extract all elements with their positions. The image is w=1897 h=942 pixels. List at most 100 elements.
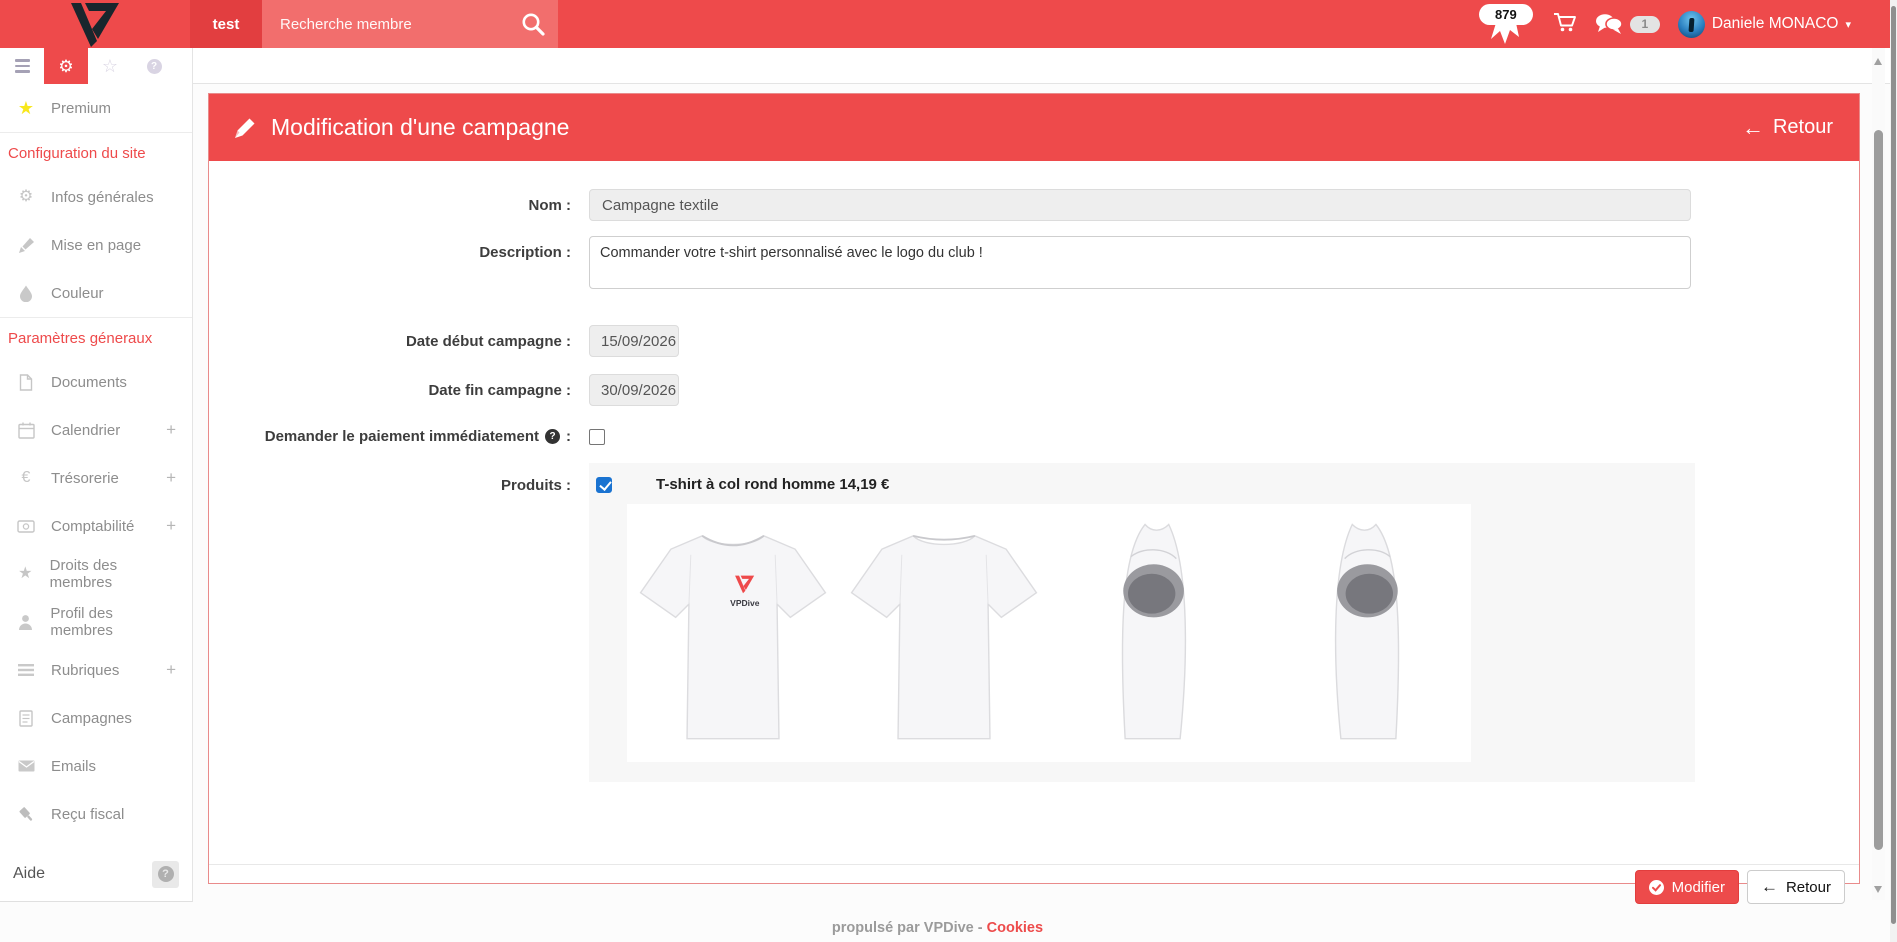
scrollbar-thumb[interactable] <box>1874 130 1883 850</box>
gear-icon: ⚙ <box>58 58 73 75</box>
product-checkbox[interactable] <box>596 477 612 493</box>
campaign-edit-panel: Modification d'une campagne ← Retour Nom… <box>208 93 1860 884</box>
tab-menu[interactable] <box>0 48 44 84</box>
topbar: test 879 <box>0 0 1897 48</box>
divider <box>209 864 1859 865</box>
banknote-icon <box>14 520 38 533</box>
page-footer: propulsé par VPDive - Cookies <box>0 920 1875 936</box>
user-icon <box>14 614 37 630</box>
tshirt-back-image <box>838 504 1049 762</box>
topbar-right: 879 1 Daniele MONACO <box>1477 0 1851 48</box>
tshirt-brand-text: VPDive <box>730 598 760 608</box>
envelope-icon <box>14 760 38 772</box>
products-panel: T-shirt à col rond homme 14,19 € <box>589 463 1695 782</box>
search-icon[interactable] <box>520 11 546 42</box>
document-lines-icon <box>14 710 38 727</box>
gavel-icon <box>14 806 38 823</box>
form-actions: Modifier ← Retour <box>1635 870 1845 904</box>
sidebar-item-mise-en-page[interactable]: Mise en page <box>0 221 192 269</box>
sidebar: ★ Premium Configuration du site ⚙ Infos … <box>0 84 193 902</box>
sidebar-item-premium[interactable]: ★ Premium <box>0 84 192 132</box>
sidebar-item-infos-generales[interactable]: ⚙ Infos générales <box>0 173 192 221</box>
retour-button[interactable]: ← Retour <box>1747 870 1845 904</box>
messages-count-badge: 1 <box>1630 16 1660 33</box>
date-debut-label: Date début campagne : <box>209 325 589 350</box>
sidebar-tabs: ⚙ ☆ ? <box>0 48 193 84</box>
tshirt-side-left-image <box>1049 504 1260 762</box>
app-screen: test 879 <box>0 0 1897 942</box>
question-icon: ? <box>147 59 162 74</box>
sidebar-item-droits-membres[interactable]: ★ Droits des membres <box>0 550 192 598</box>
user-name: Daniele MONACO <box>1712 15 1839 33</box>
sidebar-section-parametres: Paramètres géneraux <box>0 318 192 358</box>
points-badge[interactable]: 879 <box>1477 3 1535 45</box>
date-fin-input[interactable] <box>589 374 679 406</box>
vpdive-logo[interactable] <box>60 2 130 48</box>
modifier-button[interactable]: Modifier <box>1635 870 1739 904</box>
sidebar-item-emails[interactable]: Emails <box>0 742 192 790</box>
back-arrow-icon: ← <box>1742 115 1764 141</box>
tab-favorites[interactable]: ☆ <box>88 48 132 84</box>
chat-bubbles-icon <box>1595 13 1623 35</box>
plus-icon[interactable]: + <box>166 660 176 680</box>
plus-icon[interactable]: + <box>166 468 176 488</box>
plus-icon[interactable]: + <box>166 516 176 536</box>
produits-label: Produits : <box>209 463 589 494</box>
sidebar-item-campagnes[interactable]: Campagnes <box>0 694 192 742</box>
list-icon <box>14 664 38 676</box>
search-input[interactable] <box>262 16 492 33</box>
sidebar-item-documents[interactable]: Documents <box>0 358 192 406</box>
tab-settings[interactable]: ⚙ <box>44 48 88 84</box>
user-menu[interactable]: Daniele MONACO ▾ <box>1678 11 1851 38</box>
back-arrow-icon: ← <box>1761 877 1778 897</box>
window-scrollbar[interactable] <box>1890 0 1897 942</box>
scroll-down-arrow[interactable] <box>1874 886 1882 893</box>
star-icon: ★ <box>14 566 37 582</box>
file-icon <box>14 374 38 391</box>
description-textarea[interactable]: Commander votre t-shirt personnalisé ave… <box>589 236 1691 289</box>
paiement-checkbox[interactable] <box>589 429 605 445</box>
sidebar-item-calendrier[interactable]: Calendrier + <box>0 406 192 454</box>
star-icon: ★ <box>14 99 38 117</box>
product-label: T-shirt à col rond homme 14,19 € <box>656 476 889 493</box>
date-debut-input[interactable] <box>589 325 679 357</box>
product-images: VPDive <box>627 504 1471 762</box>
sidebar-item-rubriques[interactable]: Rubriques + <box>0 646 192 694</box>
gear-icon: ⚙ <box>14 189 38 205</box>
euro-icon: € <box>14 470 38 486</box>
cart-icon[interactable] <box>1553 11 1577 38</box>
star-outline-icon: ☆ <box>102 57 118 75</box>
sidebar-section-configuration: Configuration du site <box>0 133 192 173</box>
help-label: Aide <box>13 865 45 883</box>
vpdive-logo-icon <box>67 3 123 47</box>
help-button[interactable]: ? <box>152 861 179 888</box>
content-scrollbar[interactable] <box>1872 48 1885 900</box>
sidebar-item-tresorerie[interactable]: € Trésorerie + <box>0 454 192 502</box>
messages-button[interactable]: 1 <box>1595 13 1660 35</box>
member-search <box>262 0 558 48</box>
date-fin-label: Date fin campagne : <box>209 374 589 399</box>
scrollbar-thumb[interactable] <box>1891 6 1896 924</box>
nom-input[interactable] <box>589 189 1691 221</box>
tshirt-side-right-image <box>1260 504 1471 762</box>
cookies-link[interactable]: Cookies <box>987 920 1043 936</box>
scroll-up-arrow[interactable] <box>1874 58 1882 65</box>
panel-header: Modification d'une campagne ← Retour <box>209 94 1859 161</box>
sidebar-help-row: Aide ? <box>0 847 192 901</box>
droplet-icon <box>14 285 38 302</box>
sidebar-item-couleur[interactable]: Couleur <box>0 269 192 317</box>
question-icon: ? <box>158 866 174 882</box>
paiement-label: Demander le paiement immédiatement ? : <box>209 428 589 445</box>
plus-icon[interactable]: + <box>166 420 176 440</box>
brush-icon <box>14 237 38 254</box>
site-tab[interactable]: test <box>190 0 262 48</box>
sidebar-item-recu-fiscal[interactable]: Reçu fiscal <box>0 790 192 838</box>
sidebar-item-comptabilite[interactable]: Comptabilité + <box>0 502 192 550</box>
campaign-form: Nom : Description : Commander votre t-sh… <box>209 189 1859 911</box>
panel-back-link[interactable]: ← Retour <box>1742 115 1833 141</box>
chevron-down-icon: ▾ <box>1845 18 1851 31</box>
sidebar-item-profil-membres[interactable]: Profil des membres <box>0 598 192 646</box>
help-tooltip-icon[interactable]: ? <box>545 429 560 444</box>
tab-help[interactable]: ? <box>132 48 176 84</box>
hamburger-icon <box>15 59 30 73</box>
